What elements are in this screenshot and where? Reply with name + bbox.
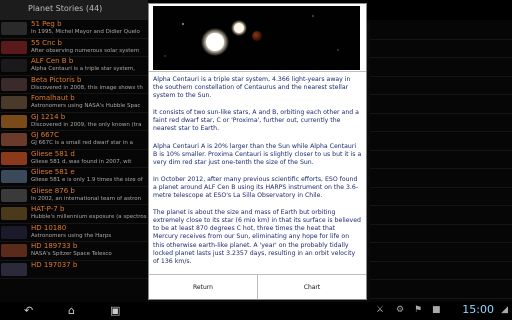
planet-thumbnail xyxy=(1,22,27,35)
dialog-paragraph: In October 2012, after many previous sci… xyxy=(153,175,359,200)
planet-thumbnail xyxy=(1,151,27,165)
planet-thumbnail xyxy=(1,59,27,72)
planet-description: In 2002, an international team of astron xyxy=(31,195,142,202)
row-divider xyxy=(370,149,512,151)
planet-description: Discovered in 2008, this image shows th xyxy=(31,84,143,91)
planet-description: After observing numerous solar system xyxy=(31,47,140,54)
planet-description: Discovered in 2009, the only known (tra xyxy=(31,121,142,128)
row-divider xyxy=(370,297,512,299)
row-divider xyxy=(370,168,512,169)
dialog-button-bar: Return Chart xyxy=(149,274,366,299)
row-divider xyxy=(370,38,512,40)
planet-thumbnail xyxy=(1,133,27,146)
return-button[interactable]: Return xyxy=(149,275,258,299)
row-divider xyxy=(370,131,512,132)
list-item[interactable]: Beta Pictoris b Discovered in 2008, this … xyxy=(0,75,148,94)
planet-thumbnail xyxy=(1,40,27,54)
planet-description: GJ 667C is a small red dwarf star in a xyxy=(31,140,133,146)
dialog-text: Alpha Centauri is a triple star system, … xyxy=(153,76,362,266)
planet-description: Astronomers using NASA's Hubble Spac xyxy=(31,103,141,109)
row-divider xyxy=(370,186,512,188)
row-divider xyxy=(370,223,512,225)
list-item[interactable]: Fomalhaut b Astronomers using NASA's Hubb… xyxy=(0,94,148,113)
system-navigation-bar: ↶ ⌂ ▣ ⚔ ⚙ ⚑ ■ 15:00 ◢ xyxy=(0,302,512,320)
row-divider xyxy=(370,94,512,95)
list-item[interactable]: Gliese 581 d Gliese 581 d, was found in 2… xyxy=(0,149,148,168)
list-item[interactable]: HAT-P-7 b Hubble's millennium exposure (a… xyxy=(0,205,148,224)
debug-icon: ⚙ xyxy=(396,305,405,315)
row-divider xyxy=(370,260,512,262)
planet-description: Gliese 581 e is only 1.9 times the size … xyxy=(31,177,143,183)
list-item[interactable]: ALF Cen B b Alpha Centauri is a triple st… xyxy=(0,57,148,76)
status-clock: 15:00 xyxy=(462,303,494,316)
planet-list[interactable]: 51 Peg b In 1995, Michel Mayor and Didier… xyxy=(0,20,148,302)
notification-icon: ■ xyxy=(432,305,441,315)
dialog-text-scroll[interactable]: Alpha Centauri is a triple star system, … xyxy=(153,76,362,274)
wifi-icon: ◢ xyxy=(501,305,508,315)
list-item[interactable]: Gliese 876 b In 2002, an international te… xyxy=(0,186,148,205)
list-item[interactable]: HD 10180 Astronomers using the Harps xyxy=(0,223,148,242)
list-item[interactable]: HD 189733 b NASA's Spitzer Space Telesco xyxy=(0,242,148,261)
planet-thumbnail xyxy=(1,77,27,91)
row-divider xyxy=(370,279,512,280)
list-item[interactable]: GJ 667C GJ 667C is a small red dwarf star… xyxy=(0,131,148,150)
planet-thumbnail xyxy=(1,188,27,202)
planet-description: Hubble's millennium exposure (a spectros xyxy=(31,214,147,220)
home-icon[interactable]: ⌂ xyxy=(68,304,75,318)
planet-name: Beta Pictoris b xyxy=(31,75,82,84)
row-divider xyxy=(370,57,512,58)
dialog-paragraph: Alpha Centauri A is 20% larger than the … xyxy=(153,142,362,166)
planet-description: Gliese 581 d, was found in 2007, wit xyxy=(31,158,132,165)
planet-thumbnail xyxy=(1,114,27,128)
list-title: Planet Stories (44) xyxy=(28,4,103,13)
planet-name: Gliese 581 e xyxy=(31,168,75,176)
planet-description: Alpha Centauri is a triple star system, xyxy=(31,66,136,72)
planet-name: HD 10180 xyxy=(31,223,67,232)
list-header: Planet Stories (44) xyxy=(0,0,148,21)
planet-name: HAT-P-7 b xyxy=(31,205,65,213)
usb-icon: ⚔ xyxy=(376,305,385,315)
row-divider xyxy=(370,242,512,243)
planet-name: HD 197037 b xyxy=(31,260,78,269)
list-item[interactable]: HD 197037 b xyxy=(0,260,148,279)
star-system-image xyxy=(153,6,360,70)
right-list-area xyxy=(370,20,512,317)
row-divider xyxy=(370,75,512,77)
planet-thumbnail xyxy=(1,207,27,220)
planet-name: ALF Cen B b xyxy=(31,57,74,65)
list-item[interactable]: GJ 1214 b Discovered in 2009, the only kn… xyxy=(0,112,148,131)
planet-thumbnail xyxy=(1,262,27,276)
recent-apps-icon[interactable]: ▣ xyxy=(110,304,120,318)
planet-name: HD 189733 b xyxy=(31,242,78,250)
planet-name: GJ 667C xyxy=(31,131,59,139)
list-item[interactable]: Gliese 581 e Gliese 581 e is only 1.9 tim… xyxy=(0,168,148,187)
row-divider xyxy=(370,205,512,206)
android-icon: ⚑ xyxy=(414,305,423,315)
planet-description: Astronomers using the Harps xyxy=(31,232,112,239)
planet-name: Fomalhaut b xyxy=(31,94,75,102)
planet-name: Gliese 876 b xyxy=(31,186,75,195)
planet-thumbnail xyxy=(1,96,27,109)
planet-name: 55 Cnc b xyxy=(31,38,62,47)
planet-name: GJ 1214 b xyxy=(31,112,66,121)
dialog-divider xyxy=(149,71,366,72)
planet-name: 51 Peg b xyxy=(31,20,62,28)
planet-dialog: Alpha Centauri is a triple star system, … xyxy=(148,3,367,300)
chart-button[interactable]: Chart xyxy=(258,275,366,299)
planet-description: In 1995, Michel Mayor and Didier Quelo xyxy=(31,29,140,35)
dialog-paragraph: Alpha Centauri is a triple star system, … xyxy=(153,76,351,100)
dialog-paragraph: The planet is about the size and mass of… xyxy=(153,209,361,265)
planet-thumbnail xyxy=(1,170,27,183)
row-divider xyxy=(370,112,512,114)
list-item[interactable]: 55 Cnc b After observing numerous solar s… xyxy=(0,38,148,57)
planet-name: Gliese 581 d xyxy=(31,149,75,158)
planet-description: NASA's Spitzer Space Telesco xyxy=(31,251,112,257)
planet-thumbnail xyxy=(1,244,27,257)
back-icon[interactable]: ↶ xyxy=(24,304,33,318)
planet-thumbnail xyxy=(1,225,27,239)
dialog-paragraph: It consists of two sun-like stars, A and… xyxy=(153,109,359,133)
list-item[interactable]: 51 Peg b In 1995, Michel Mayor and Didier… xyxy=(0,20,148,39)
